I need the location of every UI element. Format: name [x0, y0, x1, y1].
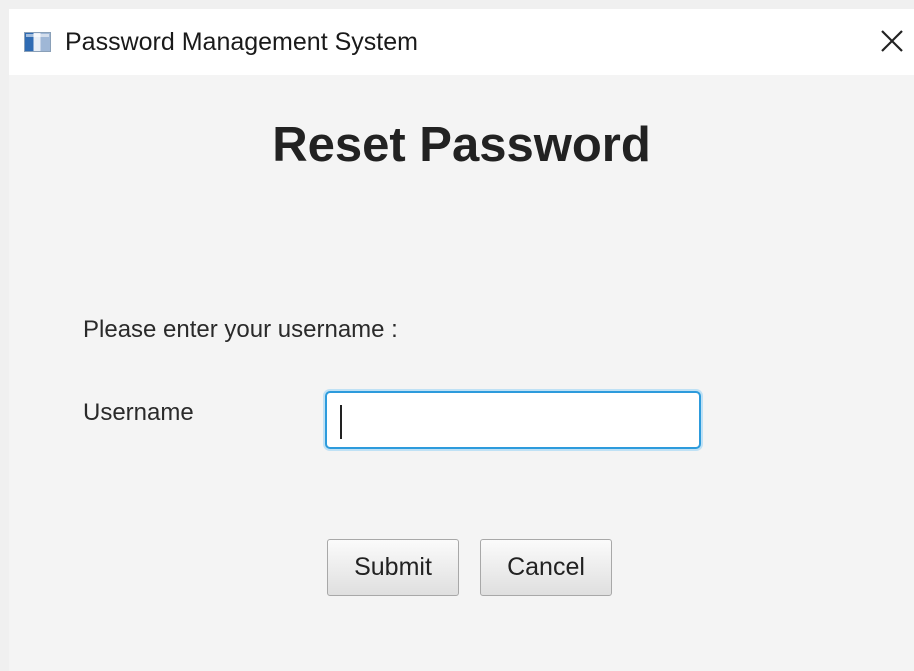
- screen: Password Management System Reset Passwor…: [0, 0, 914, 671]
- app-window-icon: [24, 32, 51, 52]
- page-title: Reset Password: [272, 118, 651, 172]
- username-label: Username: [83, 399, 194, 426]
- close-icon: [881, 30, 903, 52]
- close-button[interactable]: [875, 24, 909, 58]
- window-title: Password Management System: [65, 28, 418, 56]
- top-strip: [0, 0, 914, 9]
- title-bar: Password Management System: [9, 9, 914, 75]
- username-input[interactable]: [325, 391, 701, 449]
- text-caret: [340, 405, 342, 439]
- cancel-button[interactable]: Cancel: [480, 539, 612, 596]
- username-prompt: Please enter your username :: [83, 316, 398, 343]
- dialog-window: Password Management System Reset Passwor…: [9, 9, 914, 671]
- submit-button[interactable]: Submit: [327, 539, 459, 596]
